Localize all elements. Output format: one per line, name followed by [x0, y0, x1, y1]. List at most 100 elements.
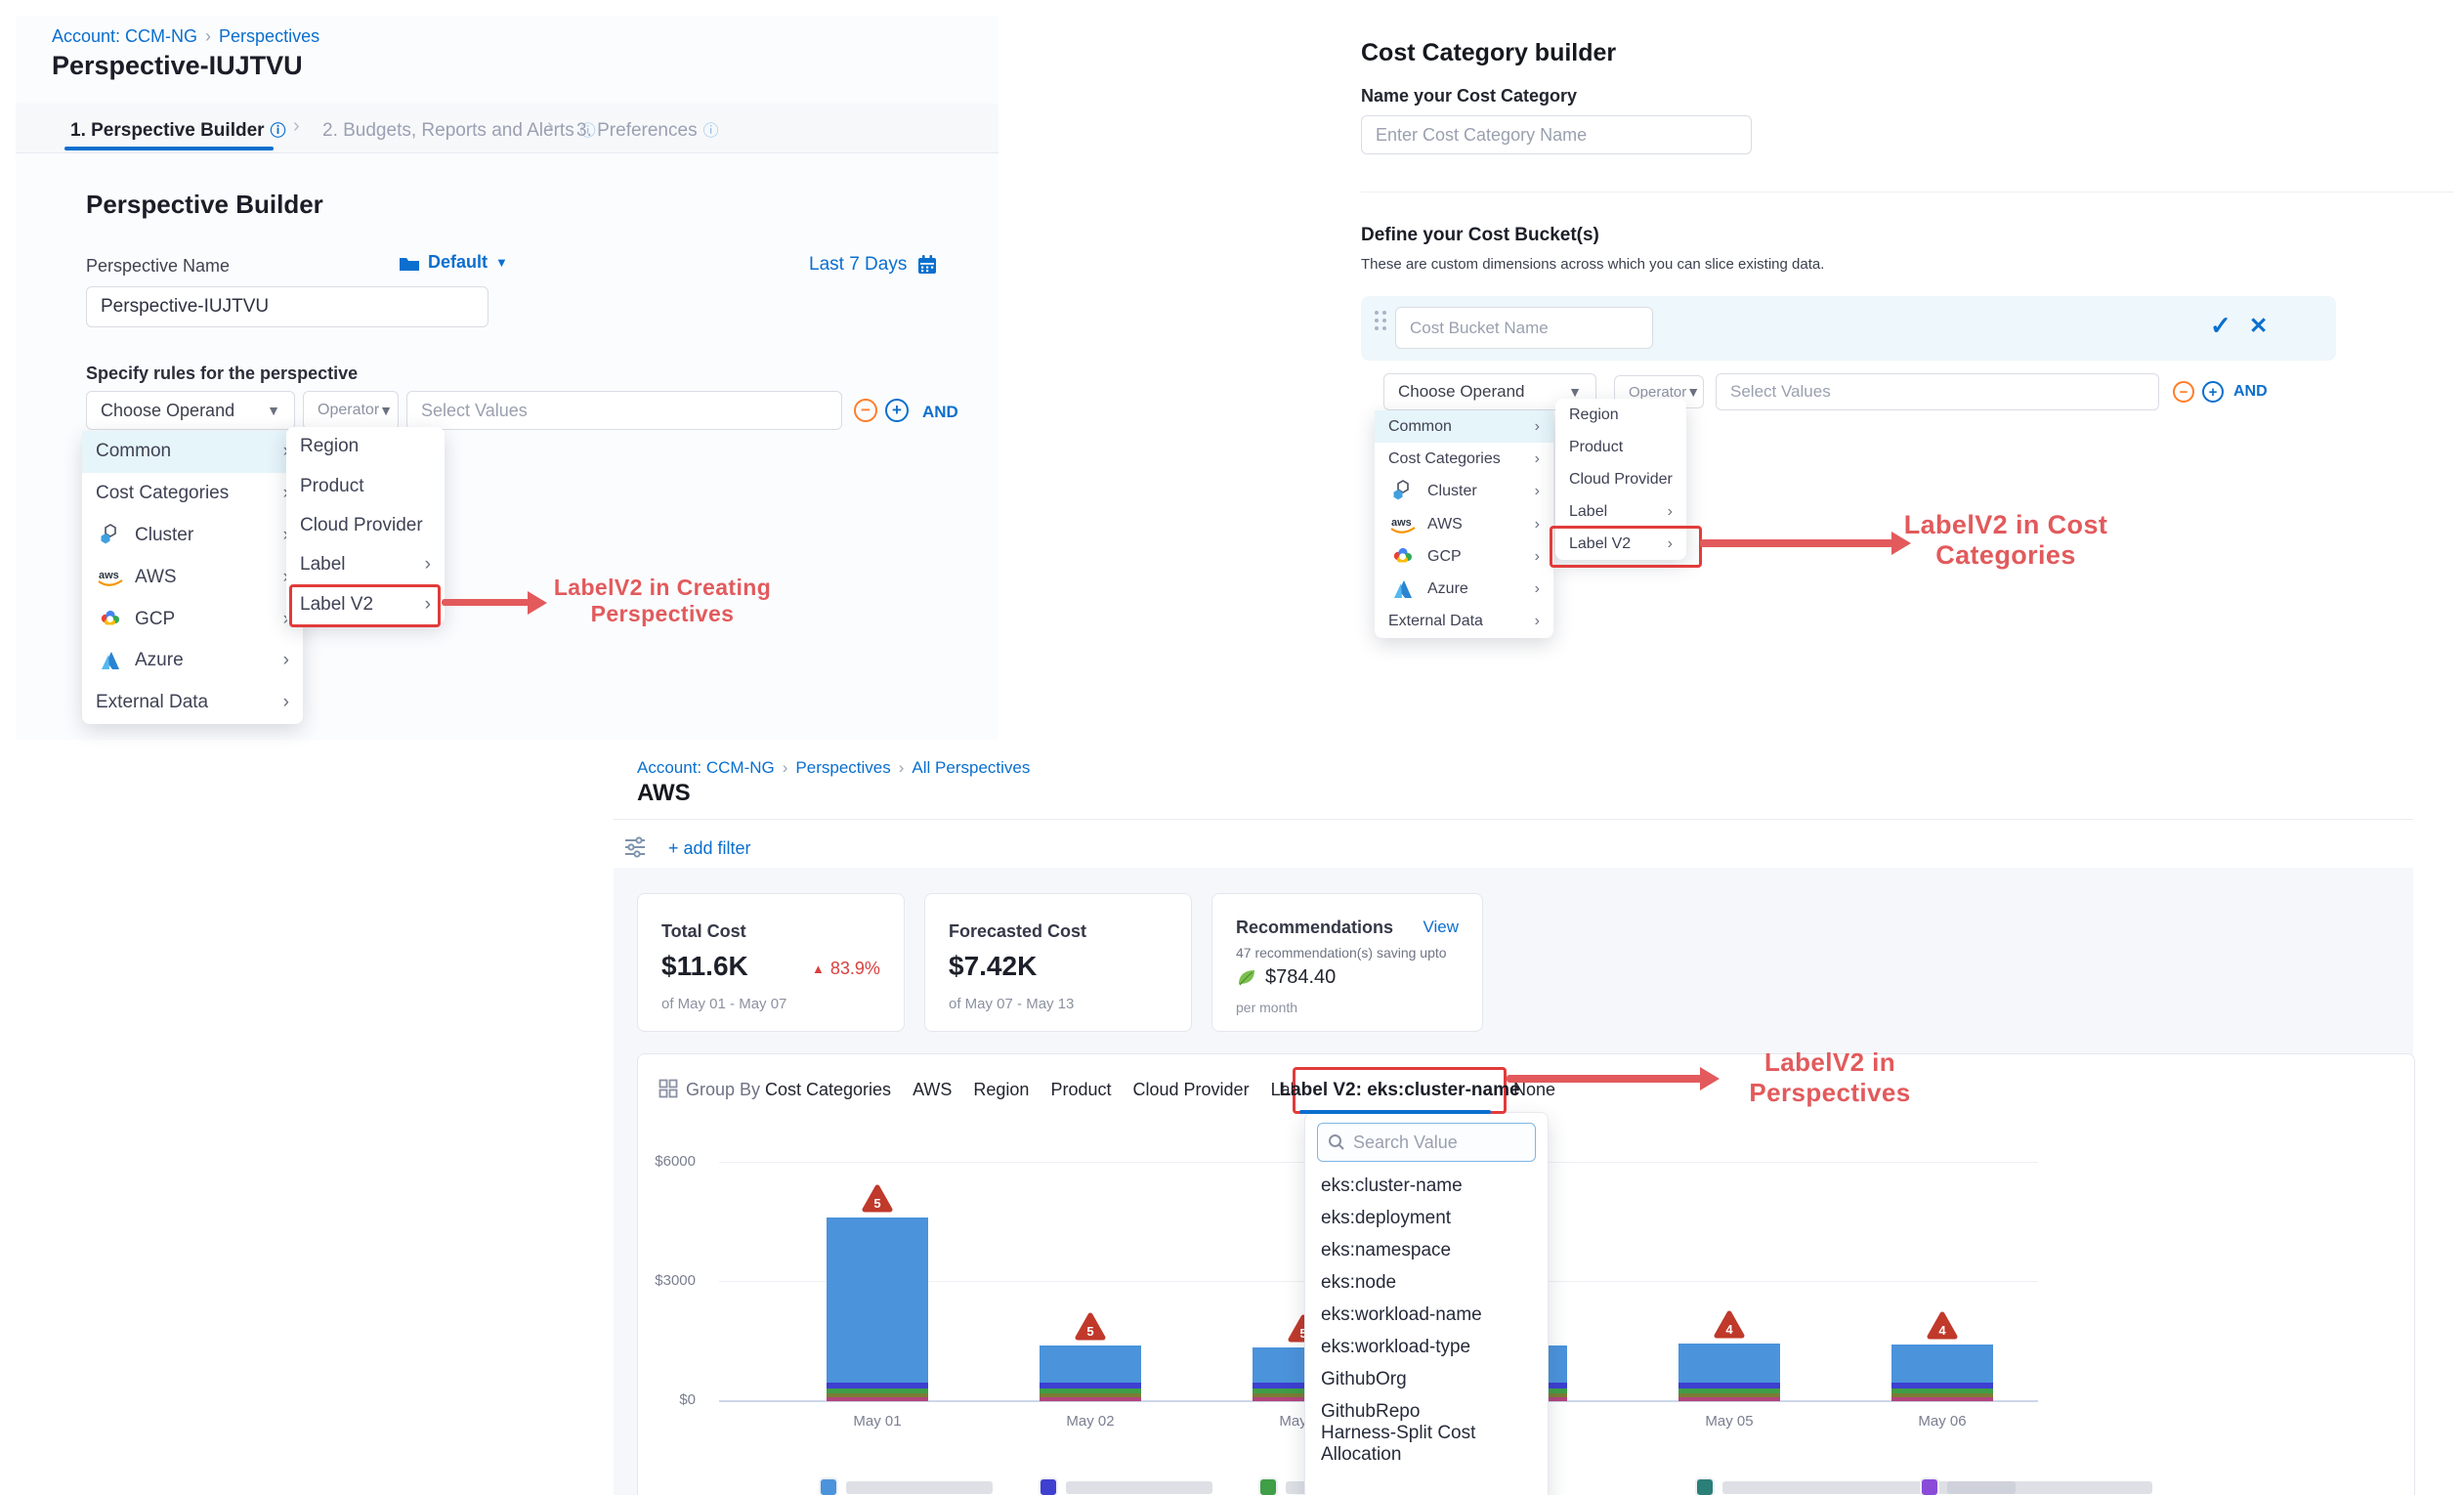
operand-menu: Common›Cost Categories›Cluster›awsAWS›GC…: [82, 431, 303, 724]
savings-value: $784.40: [1265, 966, 1336, 989]
anomaly-badge[interactable]: 4: [1925, 1309, 1960, 1343]
cc-add-rule-button[interactable]: +: [2202, 381, 2224, 403]
legend-swatch[interactable]: [1039, 1477, 1058, 1495]
selected-group-underline: [1299, 1110, 1491, 1114]
total-cost-card: Total Cost $11.6K ▲83.9% of May 01 - May…: [637, 893, 905, 1032]
menu-item-cluster[interactable]: Cluster›: [82, 515, 303, 557]
menu-item-cost-categories[interactable]: Cost Categories›: [82, 473, 303, 515]
chevron-down-icon: ▼: [267, 403, 280, 418]
search-input[interactable]: Search Value: [1317, 1123, 1536, 1162]
remove-rule-button[interactable]: −: [854, 399, 877, 422]
breadcrumb-perspectives-link[interactable]: Perspectives: [795, 758, 890, 778]
menu-item-external-data[interactable]: External Data›: [82, 682, 303, 724]
cc-values-input[interactable]: Select Values: [1716, 373, 2159, 410]
breadcrumb-account-link[interactable]: Account: CCM-NG: [52, 26, 197, 47]
cc-name-input[interactable]: Enter Cost Category Name: [1361, 115, 1752, 154]
menu-item-aws[interactable]: awsAWS›: [82, 556, 303, 598]
menu-item-common[interactable]: Common›: [1375, 410, 1553, 443]
tab-preferences[interactable]: 3. Preferencesⓘ: [576, 117, 719, 142]
menu-item-label[interactable]: Label›: [286, 545, 445, 584]
operand-select[interactable]: Choose Operand▼: [86, 391, 295, 430]
dropdown-option-githuborg[interactable]: GithubOrg: [1305, 1363, 1548, 1395]
bar-may-02[interactable]: [1040, 1346, 1141, 1401]
recommendations-label: Recommendations: [1236, 918, 1393, 938]
page: Account: CCM-NG › Perspectives Perspecti…: [0, 0, 2464, 1495]
cancel-bucket-icon[interactable]: ✕: [2249, 313, 2268, 339]
breadcrumb-account-link[interactable]: Account: CCM-NG: [637, 758, 775, 778]
tab-separator-icon: ›: [547, 115, 554, 138]
anomaly-badge[interactable]: 5: [1073, 1310, 1108, 1344]
bar-may-01[interactable]: [827, 1217, 928, 1401]
group-by-icon: [658, 1079, 678, 1098]
menu-item-cloud-provider[interactable]: Cloud Provider: [286, 506, 445, 545]
group-by-labelv2-selected[interactable]: Label V2: eks:cluster-name: [1293, 1067, 1507, 1114]
anomaly-badge[interactable]: 4: [1712, 1308, 1747, 1342]
svg-text:4: 4: [1725, 1322, 1733, 1337]
menu-item-azure[interactable]: Azure›: [82, 640, 303, 682]
chevron-right-icon: ›: [1535, 548, 1540, 566]
bar-may-05[interactable]: [1678, 1344, 1780, 1401]
divider: [614, 819, 2413, 820]
tab-budgets-reports[interactable]: 2. Budgets, Reports and Alertsⓘ: [322, 117, 596, 142]
x-tick-label: May 06: [1891, 1413, 1993, 1430]
cc-and-operator-button[interactable]: AND: [2233, 383, 2268, 401]
perspective-name-input[interactable]: Perspective-IUJTVU: [86, 286, 489, 327]
menu-item-gcp[interactable]: GCP›: [1375, 540, 1553, 573]
breadcrumb-separator: ›: [197, 26, 219, 47]
menu-item-external-data[interactable]: External Data›: [1375, 606, 1553, 638]
bar-may-06[interactable]: [1891, 1345, 1993, 1401]
dropdown-option-eks-workload-type[interactable]: eks:workload-type: [1305, 1331, 1548, 1363]
legend-swatch[interactable]: [819, 1477, 838, 1495]
cc-remove-rule-button[interactable]: −: [2173, 381, 2194, 403]
menu-item-cluster[interactable]: Cluster›: [1375, 476, 1553, 508]
breadcrumb: Account: CCM-NG › Perspectives: [52, 26, 319, 47]
folder-selector[interactable]: Default ▼: [399, 252, 508, 273]
menu-item-product[interactable]: Product: [1555, 431, 1686, 463]
menu-item-label[interactable]: Label›: [1555, 495, 1686, 528]
group-by-region[interactable]: Region: [973, 1080, 1029, 1100]
chevron-right-icon: ›: [1535, 450, 1540, 468]
legend-swatch[interactable]: [1920, 1477, 1939, 1495]
and-operator-button[interactable]: AND: [922, 403, 958, 422]
dropdown-option-eks-workload-name[interactable]: eks:workload-name: [1305, 1299, 1548, 1331]
menu-item-azure[interactable]: Azure›: [1375, 573, 1553, 605]
add-rule-button[interactable]: +: [885, 399, 909, 422]
confirm-bucket-icon[interactable]: ✓: [2210, 311, 2231, 341]
group-by-cost-categories[interactable]: Cost Categories: [765, 1080, 891, 1100]
group-by-aws[interactable]: AWS: [913, 1080, 952, 1100]
menu-item-aws[interactable]: awsAWS›: [1375, 508, 1553, 540]
values-input[interactable]: Select Values: [406, 391, 842, 430]
menu-item-cloud-provider[interactable]: Cloud Provider: [1555, 463, 1686, 495]
dropdown-option-eks-namespace[interactable]: eks:namespace: [1305, 1234, 1548, 1266]
operator-select[interactable]: Operator▼: [303, 391, 399, 430]
breadcrumb-perspectives-link[interactable]: Perspectives: [219, 26, 319, 47]
add-filter-button[interactable]: + add filter: [668, 838, 751, 859]
anomaly-badge[interactable]: 5: [860, 1182, 895, 1216]
legend-swatch[interactable]: [1258, 1477, 1278, 1495]
info-icon: ⓘ: [698, 123, 719, 140]
legend-swatch[interactable]: [1695, 1477, 1715, 1495]
filter-icon[interactable]: [623, 835, 647, 859]
menu-item-common[interactable]: Common›: [82, 431, 303, 473]
menu-item-region[interactable]: Region: [1555, 399, 1686, 431]
menu-item-region[interactable]: Region: [286, 427, 445, 466]
dropdown-option-harness-split-cost-allocation[interactable]: Harness-Split Cost Allocation: [1305, 1428, 1548, 1460]
tab-perspective-builder[interactable]: 1. Perspective Builderⓘ: [70, 117, 286, 142]
chevron-down-icon: ▼: [1568, 384, 1582, 400]
info-icon: ⓘ: [265, 123, 286, 140]
view-recommendations-link[interactable]: View: [1423, 918, 1459, 937]
date-range-picker[interactable]: Last 7 Days: [809, 254, 938, 276]
menu-item-product[interactable]: Product: [286, 466, 445, 505]
dropdown-option-eks-cluster-name[interactable]: eks:cluster-name: [1305, 1170, 1548, 1202]
breadcrumb-all-perspectives-link[interactable]: All Perspectives: [912, 758, 1030, 778]
y-tick-0: $0: [625, 1391, 696, 1408]
drag-handle[interactable]: [1375, 311, 1386, 330]
dropdown-option-eks-node[interactable]: eks:node: [1305, 1266, 1548, 1299]
menu-item-cost-categories[interactable]: Cost Categories›: [1375, 443, 1553, 475]
cost-category-title: Cost Category builder: [1361, 39, 1616, 67]
bucket-name-input[interactable]: Cost Bucket Name: [1395, 307, 1653, 349]
group-by-product[interactable]: Product: [1050, 1080, 1111, 1100]
menu-item-gcp[interactable]: GCP›: [82, 598, 303, 640]
group-by-cloud-provider[interactable]: Cloud Provider: [1133, 1080, 1250, 1100]
dropdown-option-eks-deployment[interactable]: eks:deployment: [1305, 1202, 1548, 1234]
